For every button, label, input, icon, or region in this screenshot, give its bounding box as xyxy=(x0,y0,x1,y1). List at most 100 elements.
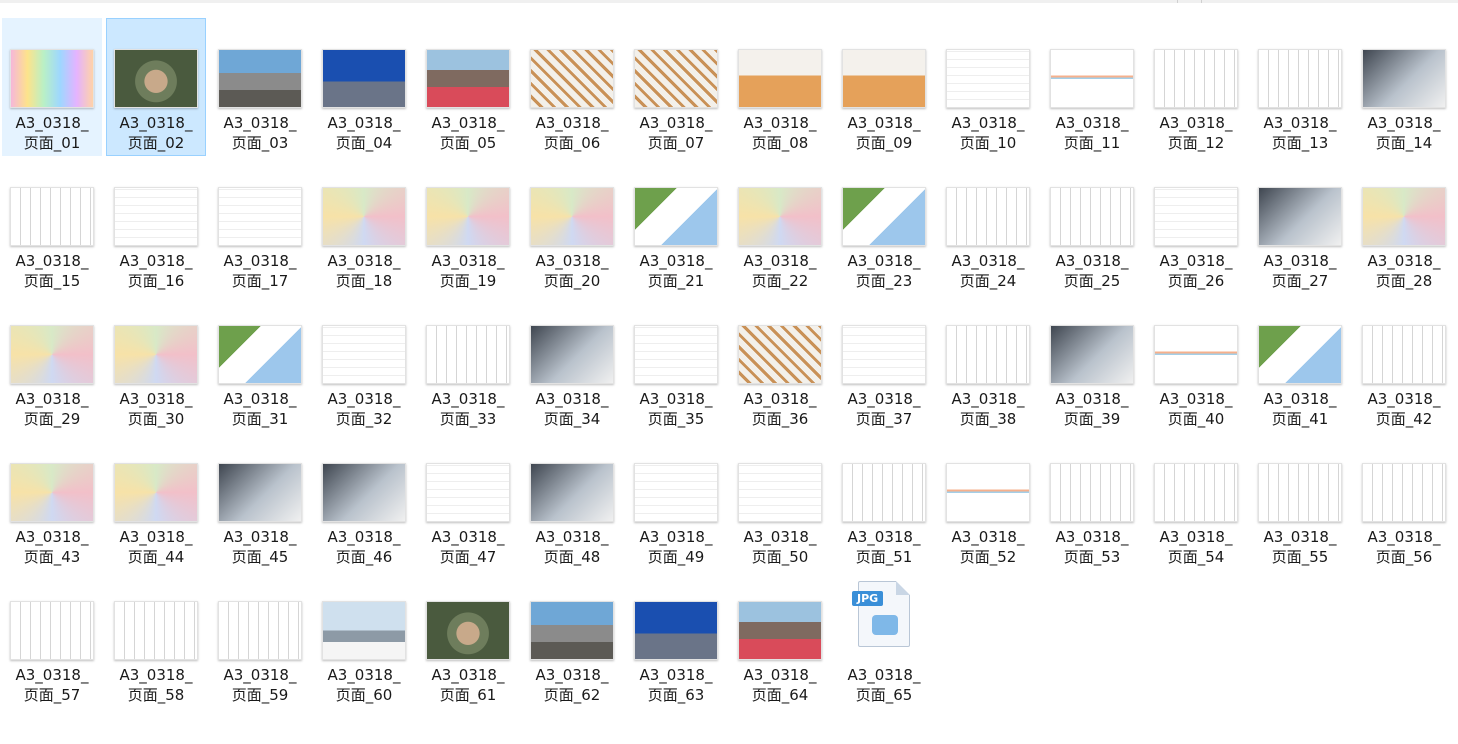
image-thumbnail xyxy=(426,601,510,660)
image-thumbnail xyxy=(1154,463,1238,522)
file-item[interactable]: A3_0318_ 页面_01 xyxy=(2,18,102,156)
file-item[interactable]: A3_0318_ 页面_31 xyxy=(210,294,310,432)
jpg-file-icon: JPG xyxy=(842,575,926,659)
file-item[interactable]: A3_0318_ 页面_11 xyxy=(1042,18,1142,156)
file-name-label: A3_0318_ 页面_64 xyxy=(743,666,817,704)
file-item[interactable]: A3_0318_ 页面_33 xyxy=(418,294,518,432)
file-item[interactable]: A3_0318_ 页面_13 xyxy=(1250,18,1350,156)
file-name-label: A3_0318_ 页面_12 xyxy=(1159,114,1233,152)
image-thumbnail xyxy=(1050,325,1134,384)
file-name-label: A3_0318_ 页面_56 xyxy=(1367,528,1441,566)
file-item[interactable]: A3_0318_ 页面_64 xyxy=(730,570,830,708)
file-item[interactable]: A3_0318_ 页面_36 xyxy=(730,294,830,432)
file-item[interactable]: A3_0318_ 页面_50 xyxy=(730,432,830,570)
file-item[interactable]: A3_0318_ 页面_63 xyxy=(626,570,726,708)
image-thumbnail xyxy=(1050,49,1134,108)
file-item[interactable]: A3_0318_ 页面_19 xyxy=(418,156,518,294)
file-item[interactable]: A3_0318_ 页面_07 xyxy=(626,18,726,156)
file-item[interactable]: A3_0318_ 页面_28 xyxy=(1354,156,1454,294)
file-item[interactable]: A3_0318_ 页面_61 xyxy=(418,570,518,708)
image-thumbnail xyxy=(738,325,822,384)
file-item[interactable]: A3_0318_ 页面_55 xyxy=(1250,432,1350,570)
file-item[interactable]: A3_0318_ 页面_02 xyxy=(106,18,206,156)
image-thumbnail xyxy=(634,601,718,660)
file-item[interactable]: A3_0318_ 页面_08 xyxy=(730,18,830,156)
file-item[interactable]: A3_0318_ 页面_16 xyxy=(106,156,206,294)
image-thumbnail xyxy=(10,187,94,246)
file-item[interactable]: A3_0318_ 页面_32 xyxy=(314,294,414,432)
file-item[interactable]: A3_0318_ 页面_20 xyxy=(522,156,622,294)
image-thumbnail xyxy=(1154,325,1238,384)
image-thumbnail xyxy=(842,325,926,384)
file-item[interactable]: A3_0318_ 页面_26 xyxy=(1146,156,1246,294)
file-item[interactable]: A3_0318_ 页面_15 xyxy=(2,156,102,294)
file-item[interactable]: A3_0318_ 页面_51 xyxy=(834,432,934,570)
file-name-label: A3_0318_ 页面_43 xyxy=(15,528,89,566)
image-thumbnail xyxy=(946,325,1030,384)
image-thumbnail xyxy=(634,49,718,108)
file-name-label: A3_0318_ 页面_41 xyxy=(1263,390,1337,428)
file-item[interactable]: A3_0318_ 页面_59 xyxy=(210,570,310,708)
file-item[interactable]: A3_0318_ 页面_37 xyxy=(834,294,934,432)
file-item[interactable]: A3_0318_ 页面_10 xyxy=(938,18,1038,156)
file-item[interactable]: A3_0318_ 页面_05 xyxy=(418,18,518,156)
file-item[interactable]: A3_0318_ 页面_34 xyxy=(522,294,622,432)
file-item[interactable]: A3_0318_ 页面_40 xyxy=(1146,294,1246,432)
file-item[interactable]: A3_0318_ 页面_22 xyxy=(730,156,830,294)
file-item[interactable]: A3_0318_ 页面_60 xyxy=(314,570,414,708)
file-item[interactable]: A3_0318_ 页面_09 xyxy=(834,18,934,156)
file-name-label: A3_0318_ 页面_51 xyxy=(847,528,921,566)
file-item[interactable]: A3_0318_ 页面_62 xyxy=(522,570,622,708)
file-name-label: A3_0318_ 页面_27 xyxy=(1263,252,1337,290)
file-item[interactable]: A3_0318_ 页面_25 xyxy=(1042,156,1142,294)
file-item[interactable]: A3_0318_ 页面_21 xyxy=(626,156,726,294)
file-item[interactable]: A3_0318_ 页面_23 xyxy=(834,156,934,294)
file-item[interactable]: A3_0318_ 页面_14 xyxy=(1354,18,1454,156)
file-name-label: A3_0318_ 页面_55 xyxy=(1263,528,1337,566)
file-item[interactable]: A3_0318_ 页面_42 xyxy=(1354,294,1454,432)
image-thumbnail xyxy=(842,49,926,108)
file-item[interactable]: A3_0318_ 页面_17 xyxy=(210,156,310,294)
file-item[interactable]: A3_0318_ 页面_44 xyxy=(106,432,206,570)
image-thumbnail xyxy=(1362,187,1446,246)
file-item[interactable]: A3_0318_ 页面_24 xyxy=(938,156,1038,294)
file-item[interactable]: A3_0318_ 页面_52 xyxy=(938,432,1038,570)
image-thumbnail xyxy=(426,49,510,108)
file-item[interactable]: A3_0318_ 页面_03 xyxy=(210,18,310,156)
image-thumbnail xyxy=(1258,187,1342,246)
file-item[interactable]: A3_0318_ 页面_27 xyxy=(1250,156,1350,294)
file-name-label: A3_0318_ 页面_13 xyxy=(1263,114,1337,152)
file-item[interactable]: A3_0318_ 页面_38 xyxy=(938,294,1038,432)
file-name-label: A3_0318_ 页面_30 xyxy=(119,390,193,428)
file-item[interactable]: A3_0318_ 页面_41 xyxy=(1250,294,1350,432)
file-item[interactable]: A3_0318_ 页面_49 xyxy=(626,432,726,570)
image-thumbnail xyxy=(738,463,822,522)
file-item[interactable]: A3_0318_ 页面_45 xyxy=(210,432,310,570)
image-thumbnail xyxy=(1258,463,1342,522)
file-item[interactable]: A3_0318_ 页面_06 xyxy=(522,18,622,156)
file-item[interactable]: A3_0318_ 页面_18 xyxy=(314,156,414,294)
file-item[interactable]: A3_0318_ 页面_53 xyxy=(1042,432,1142,570)
file-item[interactable]: A3_0318_ 页面_12 xyxy=(1146,18,1246,156)
file-type-badge: JPG xyxy=(852,591,884,606)
file-item[interactable]: A3_0318_ 页面_54 xyxy=(1146,432,1246,570)
file-item[interactable]: A3_0318_ 页面_46 xyxy=(314,432,414,570)
file-name-label: A3_0318_ 页面_65 xyxy=(847,666,921,704)
file-item[interactable]: A3_0318_ 页面_58 xyxy=(106,570,206,708)
file-item[interactable]: A3_0318_ 页面_57 xyxy=(2,570,102,708)
file-item[interactable]: A3_0318_ 页面_30 xyxy=(106,294,206,432)
image-thumbnail xyxy=(218,187,302,246)
file-item[interactable]: A3_0318_ 页面_39 xyxy=(1042,294,1142,432)
file-item[interactable]: A3_0318_ 页面_43 xyxy=(2,432,102,570)
image-thumbnail xyxy=(530,187,614,246)
file-item[interactable]: JPG A3_0318_ 页面_65 xyxy=(834,570,934,708)
file-name-label: A3_0318_ 页面_06 xyxy=(535,114,609,152)
file-item[interactable]: A3_0318_ 页面_47 xyxy=(418,432,518,570)
image-thumbnail xyxy=(10,325,94,384)
file-item[interactable]: A3_0318_ 页面_04 xyxy=(314,18,414,156)
image-thumbnail xyxy=(946,463,1030,522)
file-item[interactable]: A3_0318_ 页面_48 xyxy=(522,432,622,570)
file-item[interactable]: A3_0318_ 页面_29 xyxy=(2,294,102,432)
file-item[interactable]: A3_0318_ 页面_35 xyxy=(626,294,726,432)
file-item[interactable]: A3_0318_ 页面_56 xyxy=(1354,432,1454,570)
